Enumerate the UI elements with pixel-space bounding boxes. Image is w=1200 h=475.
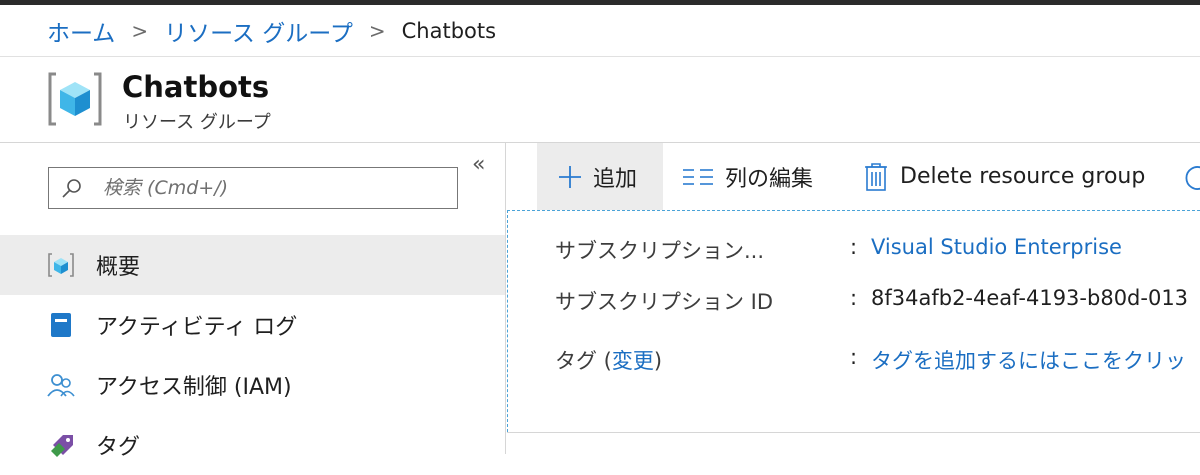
sidebar-item-label: タグ <box>96 435 141 460</box>
search-input[interactable] <box>101 176 425 200</box>
delete-resource-group-button[interactable]: Delete resource group <box>864 143 1145 210</box>
search-icon <box>62 179 81 198</box>
sidebar-item-activity-log[interactable]: アクティビティ ログ <box>0 295 505 355</box>
trash-icon <box>865 162 887 191</box>
sidebar-item-label: アクセス制御 (IAM) <box>96 375 292 400</box>
add-tags-link[interactable]: タグを追加するにはここをクリッ <box>871 345 1186 375</box>
colon: : <box>850 286 858 310</box>
tags-label-prefix: タグ ( <box>555 349 612 373</box>
delete-resource-group-label: Delete resource group <box>900 164 1146 189</box>
sidebar-item-access-control[interactable]: アクセス制御 (IAM) <box>0 355 505 415</box>
essentials-divider <box>507 432 1200 433</box>
colon: : <box>850 235 858 259</box>
colon: : <box>850 345 858 369</box>
subscription-id-label: サブスクリプション ID <box>555 290 774 314</box>
plus-icon <box>559 165 581 188</box>
breadcrumb-home-link[interactable]: ホーム <box>47 14 115 48</box>
command-bar: 追加 列の編集 Delete resource group <box>507 143 1200 210</box>
activity-log-icon <box>47 311 75 339</box>
resource-group-icon <box>47 251 75 279</box>
page-subtitle: リソース グループ <box>123 112 271 133</box>
sidebar-item-label: 概要 <box>96 255 141 280</box>
breadcrumb-resource-groups-link[interactable]: リソース グループ <box>164 14 353 48</box>
add-button-label: 追加 <box>593 166 638 192</box>
people-icon <box>47 371 75 399</box>
refresh-button[interactable] <box>1182 143 1200 210</box>
subscription-label: サブスクリプション... <box>555 239 765 263</box>
tags-change-link[interactable]: 変更 <box>612 349 654 373</box>
edit-columns-button[interactable]: 列の編集 <box>683 143 813 210</box>
collapse-sidebar-icon[interactable]: « <box>472 152 485 177</box>
chevron-right-icon: > <box>131 18 149 43</box>
page-title: Chatbots <box>122 70 270 104</box>
breadcrumb-current: Chatbots <box>401 18 497 43</box>
subscription-id-value: 8f34afb2-4eaf-4193-b80d-013 <box>871 286 1189 310</box>
subscription-link[interactable]: Visual Studio Enterprise <box>871 235 1122 259</box>
tag-icon <box>47 431 75 459</box>
sidebar-search[interactable] <box>48 167 458 209</box>
tags-label-suffix: ) <box>653 349 663 373</box>
add-button[interactable]: 追加 <box>537 143 663 210</box>
sidebar-item-label: アクティビティ ログ <box>96 315 298 340</box>
refresh-icon <box>1185 165 1200 190</box>
sidebar-item-tags[interactable]: タグ <box>0 415 505 475</box>
edit-columns-label: 列の編集 <box>725 166 814 192</box>
columns-icon <box>683 168 713 185</box>
resource-group-icon <box>48 72 102 126</box>
sidebar-item-overview[interactable]: 概要 <box>0 235 505 295</box>
tags-label: タグ (変更) <box>555 345 662 375</box>
breadcrumb: ホーム > リソース グループ > Chatbots <box>0 5 1200 57</box>
chevron-right-icon: > <box>368 18 386 43</box>
